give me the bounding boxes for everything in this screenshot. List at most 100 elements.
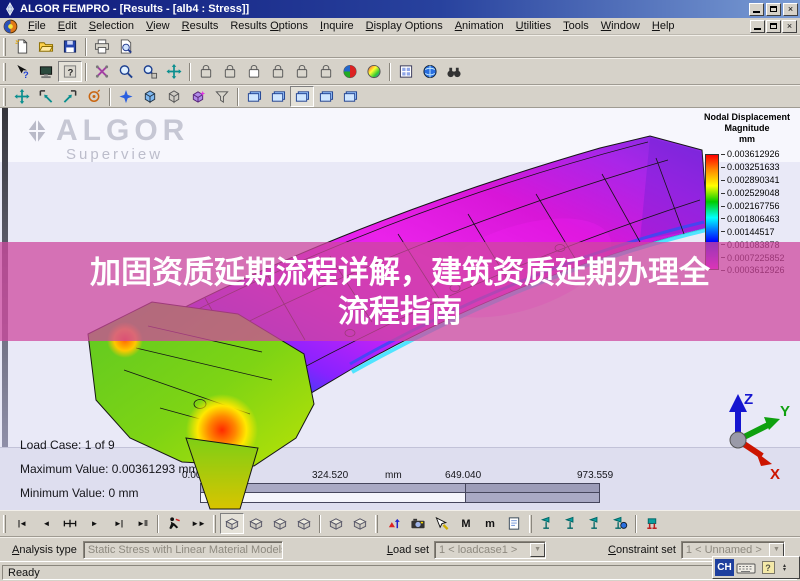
last-frame-button[interactable]: ►‖	[130, 513, 154, 534]
view-box-3-button[interactable]	[242, 61, 266, 82]
ime-language-bar[interactable]: CH ? ▴ ▾	[712, 556, 800, 579]
ime-options-button[interactable]: ▴ ▾	[780, 559, 789, 576]
zoom-in-button[interactable]	[114, 61, 138, 82]
print-preview-button[interactable]	[114, 36, 138, 57]
menu-file[interactable]: File	[22, 19, 52, 33]
open-button[interactable]	[34, 36, 58, 57]
max-marker-button[interactable]	[382, 513, 406, 534]
zoom-circle-button[interactable]	[82, 86, 106, 107]
vertex-star-button[interactable]	[114, 86, 138, 107]
results-viewport[interactable]: ALGOR Superview Load Case: 1 of 9 Maximu…	[0, 108, 800, 510]
fast-forward-button[interactable]: ►►	[186, 513, 210, 534]
toolbar-grip[interactable]	[3, 37, 6, 56]
shade-ball-button[interactable]	[338, 61, 362, 82]
next-frame-button[interactable]: ►|	[106, 513, 130, 534]
play-button[interactable]: ►	[82, 513, 106, 534]
render-ball-button[interactable]	[362, 61, 386, 82]
max-label-button[interactable]: M	[454, 513, 478, 534]
new-button[interactable]	[10, 36, 34, 57]
menu-results[interactable]: Results	[176, 19, 225, 33]
menu-help[interactable]: Help	[646, 19, 681, 33]
menu-view[interactable]: View	[140, 19, 176, 33]
selection-help-button[interactable]	[10, 61, 34, 82]
report-button[interactable]	[502, 513, 526, 534]
ime-language-badge[interactable]: CH	[715, 559, 734, 576]
close-button[interactable]: ×	[783, 2, 798, 16]
box-view-3-button[interactable]	[268, 513, 292, 534]
cube-feature-button[interactable]	[186, 86, 210, 107]
pan-point-button[interactable]	[10, 86, 34, 107]
toolbar-grip[interactable]	[3, 514, 6, 533]
analysis-type-combo[interactable]: Static Stress with Linear Material Model…	[82, 540, 283, 559]
view-box-6-button[interactable]	[314, 61, 338, 82]
view-box-5-button[interactable]	[290, 61, 314, 82]
box-rotate-1-button[interactable]	[324, 513, 348, 534]
display-settings-button[interactable]	[34, 61, 58, 82]
save-button[interactable]	[58, 36, 82, 57]
search-button[interactable]	[442, 61, 466, 82]
snapshot-button[interactable]	[406, 513, 430, 534]
constraint-set-dropdown-button[interactable]: ▼	[768, 542, 784, 557]
child-restore-button[interactable]	[766, 19, 781, 33]
cube-gray-button[interactable]	[162, 86, 186, 107]
menu-inquire[interactable]: Inquire	[314, 19, 360, 33]
filter-button[interactable]	[210, 86, 234, 107]
pan-button[interactable]	[162, 61, 186, 82]
box-view-1-button[interactable]	[220, 513, 244, 534]
tile-window-icon	[398, 64, 414, 79]
menu-animation[interactable]: Animation	[449, 19, 510, 33]
toolbar-grip[interactable]	[213, 514, 216, 533]
restore-button[interactable]	[766, 2, 781, 16]
menu-utilities[interactable]: Utilities	[510, 19, 557, 33]
result-view-5-button[interactable]	[338, 86, 362, 107]
world-view-button[interactable]	[418, 61, 442, 82]
capture-tool-button[interactable]	[640, 513, 664, 534]
load-set-combo[interactable]: 1 < loadcase1 > ▼	[434, 540, 547, 559]
result-view-1-button[interactable]	[242, 86, 266, 107]
menu-window[interactable]: Window	[595, 19, 646, 33]
previous-frame-button[interactable]: ◄	[34, 513, 58, 534]
menu-tools[interactable]: Tools	[557, 19, 595, 33]
probe-button[interactable]	[430, 513, 454, 534]
ime-keyboard-button[interactable]	[736, 559, 756, 576]
camera-flag-2-button[interactable]	[560, 513, 584, 534]
toolbar-grip[interactable]	[375, 514, 378, 533]
zoom-lock-button[interactable]	[138, 61, 162, 82]
menu-selection[interactable]: Selection	[83, 19, 140, 33]
child-minimize-button[interactable]	[750, 19, 765, 33]
inquire-pointer-button[interactable]	[58, 61, 82, 82]
camera-flag-1-button[interactable]	[536, 513, 560, 534]
child-close-button[interactable]: ×	[782, 19, 797, 33]
frame-position-button[interactable]	[58, 513, 82, 534]
zoom-window-button[interactable]	[90, 61, 114, 82]
first-frame-button[interactable]: |◄	[10, 513, 34, 534]
ime-help-button[interactable]: ?	[758, 559, 778, 576]
load-set-dropdown-button[interactable]: ▼	[530, 542, 546, 557]
enclose-pick-button[interactable]	[34, 86, 58, 107]
result-view-4-button[interactable]	[314, 86, 338, 107]
box-view-2-button[interactable]	[244, 513, 268, 534]
animate-button[interactable]	[162, 513, 186, 534]
menu-edit[interactable]: Edit	[52, 19, 83, 33]
view-box-1-button[interactable]	[194, 61, 218, 82]
box-rotate-2-button[interactable]	[348, 513, 372, 534]
tile-window-button[interactable]	[394, 61, 418, 82]
menu-results-options[interactable]: Results Options	[224, 19, 314, 33]
view-box-4-button[interactable]	[266, 61, 290, 82]
minimize-button[interactable]	[749, 2, 764, 16]
result-view-3-button[interactable]	[290, 86, 314, 107]
camera-flag-world-button[interactable]	[608, 513, 632, 534]
toolbar-grip[interactable]	[529, 514, 532, 533]
result-view-2-button[interactable]	[266, 86, 290, 107]
print-button[interactable]	[90, 36, 114, 57]
toolbar-grip[interactable]	[3, 87, 6, 106]
camera-flag-3-button[interactable]	[584, 513, 608, 534]
box-view-4-button[interactable]	[292, 513, 316, 534]
toolbar-grip[interactable]	[3, 62, 6, 81]
cube-solid-button[interactable]	[138, 86, 162, 107]
enclose-window-button[interactable]	[58, 86, 82, 107]
min-label-button[interactable]: m	[478, 513, 502, 534]
new-icon	[14, 39, 30, 54]
view-box-2-button[interactable]	[218, 61, 242, 82]
menu-display-options[interactable]: Display Options	[360, 19, 449, 33]
